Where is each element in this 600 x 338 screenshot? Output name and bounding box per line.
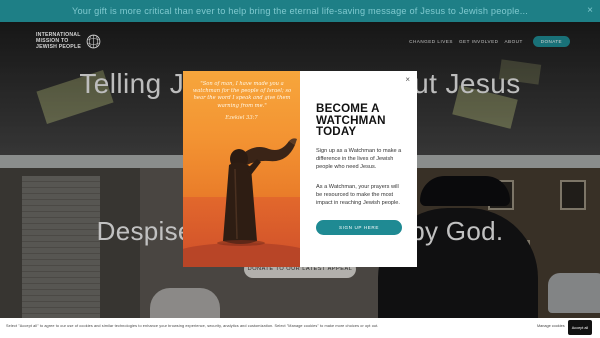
modal-paragraph: As a Watchman, your prayers will be reso… <box>316 184 400 207</box>
cookie-banner: Select "Accept all" to agree to our use … <box>0 318 600 338</box>
modal-close-icon[interactable]: × <box>405 75 410 84</box>
announcement-text[interactable]: Your gift is more critical than ever to … <box>72 6 528 16</box>
modal-content: × BECOME A WATCHMAN TODAY Sign up as a W… <box>300 71 417 267</box>
announcement-bar: Your gift is more critical than ever to … <box>0 0 600 22</box>
signup-button[interactable]: SIGN UP HERE <box>316 220 402 235</box>
watchman-modal: "Son of man, I have made you a watchman … <box>183 71 417 267</box>
modal-illustration: "Son of man, I have made you a watchman … <box>183 71 300 267</box>
cookie-text: Select "Accept all" to agree to our use … <box>6 324 379 328</box>
modal-quote: "Son of man, I have made you a watchman … <box>192 81 292 109</box>
manage-cookies-link[interactable]: Manage cookies <box>537 324 565 328</box>
modal-heading: BECOME A WATCHMAN TODAY <box>316 102 386 139</box>
modal-quote-reference: Ezekiel 33:7 <box>225 115 258 121</box>
watchman-shofar-icon <box>217 138 297 246</box>
modal-paragraph: Sign up as a Watchman to make a differen… <box>316 148 402 171</box>
announcement-close-icon[interactable]: × <box>587 4 593 18</box>
accept-all-button[interactable]: Accept all <box>568 320 592 335</box>
